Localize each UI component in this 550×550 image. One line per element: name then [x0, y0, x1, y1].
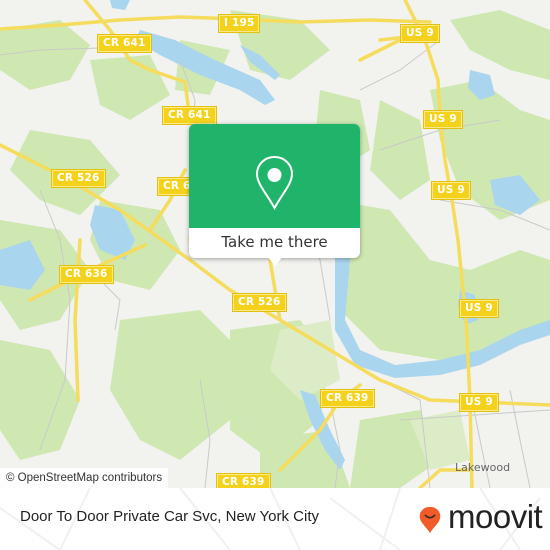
road-shield-cr-639: CR 639	[216, 473, 271, 488]
road-shield-cr-526: CR 526	[232, 293, 287, 312]
location-popup: Take me there	[189, 124, 360, 266]
popup-pointer	[266, 255, 284, 266]
road-shield-us-9: US 9	[431, 181, 471, 200]
road-shield-cr-636: CR 636	[59, 265, 114, 284]
moovit-brand-text[interactable]: moovit	[448, 498, 543, 536]
place-label-lakewood: Lakewood	[455, 461, 511, 474]
place-title: Door To Door Private Car Svc, New York C…	[20, 508, 319, 525]
footer-bar: Door To Door Private Car Svc, New York C…	[0, 488, 550, 550]
road-shield-cr-639: CR 639	[320, 389, 375, 408]
road-shield-cr-641: CR 641	[162, 106, 217, 125]
map-pin-icon	[255, 155, 294, 211]
road-shield-us-9: US 9	[459, 393, 499, 412]
road-shield-cr-641: CR 641	[97, 34, 152, 53]
road-shield-us-9: US 9	[400, 24, 440, 43]
road-shield-i-195: I 195	[217, 14, 261, 33]
map-attribution[interactable]: © OpenStreetMap contributors	[0, 468, 169, 488]
popup-header	[189, 124, 360, 228]
take-me-there-button[interactable]: Take me there	[189, 228, 360, 258]
moovit-logo-icon	[419, 506, 441, 534]
road-shield-cr-526: CR 526	[51, 169, 106, 188]
map-view[interactable]: I 195 CR 641 CR 641 CR 6 CR 526 CR 636 C…	[0, 0, 550, 488]
road-shield-us-9: US 9	[459, 299, 499, 318]
road-shield-us-9: US 9	[423, 110, 463, 129]
